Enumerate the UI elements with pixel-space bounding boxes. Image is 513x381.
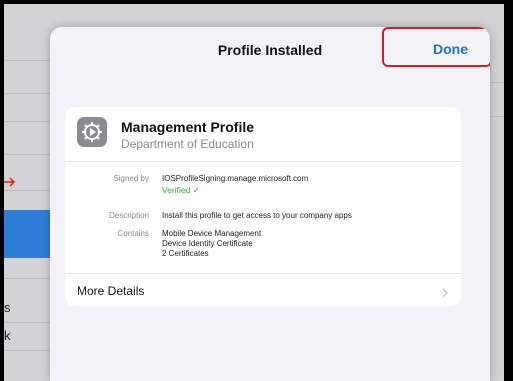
contains-item: Mobile Device Management	[162, 229, 262, 238]
signed-by-label: Signed by	[113, 174, 149, 183]
profile-organization: Department of Education	[121, 137, 254, 151]
background-divider	[4, 93, 52, 94]
red-arrow-icon	[4, 174, 16, 187]
gear-icon	[77, 117, 107, 147]
background-divider	[4, 154, 52, 155]
background-divider	[4, 322, 52, 323]
contains-item: Device Identity Certificate	[162, 239, 253, 248]
background-divider	[4, 278, 52, 279]
background-divider	[4, 350, 52, 351]
background-divider	[4, 60, 52, 61]
background-list-label: k	[4, 328, 11, 343]
background-list-label: s	[4, 300, 11, 315]
contains-item: 2 Certificates	[162, 249, 209, 258]
background-selected-item	[4, 210, 52, 258]
description-label: Description	[108, 211, 149, 220]
profile-card: Management Profile Department of Educati…	[65, 107, 461, 306]
verified-status: Verified ✓	[162, 185, 200, 195]
done-button[interactable]: Done	[433, 41, 468, 57]
more-details-label: More Details	[77, 284, 145, 298]
sheet-header: Profile Installed Done	[50, 27, 490, 75]
signed-by-value: IOSProfileSigning.manage.microsoft.com	[162, 174, 309, 183]
ipad-screen: s k Profile Installed Done Management Pr…	[4, 4, 504, 381]
more-details-row[interactable]: More Details	[65, 273, 461, 306]
contains-label: Contains	[117, 229, 149, 238]
profile-header: Management Profile Department of Educati…	[65, 107, 461, 162]
description-value: Install this profile to get access to yo…	[162, 211, 352, 220]
background-divider	[4, 190, 52, 191]
background-divider	[4, 121, 52, 122]
profile-name: Management Profile	[121, 119, 255, 135]
chevron-right-icon	[441, 285, 449, 298]
profile-installed-sheet: Profile Installed Done Management Profil…	[50, 27, 490, 381]
